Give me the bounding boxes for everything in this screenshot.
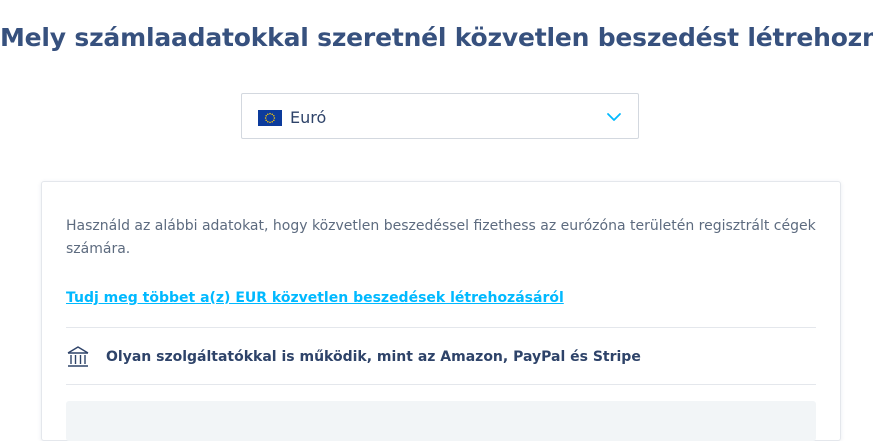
account-details-card: Használd az alábbi adatokat, hogy közvet… — [41, 181, 841, 441]
currency-select[interactable]: Euró — [241, 93, 639, 139]
divider — [66, 384, 816, 385]
currency-selected-value: Euró — [290, 108, 327, 127]
card-description: Használd az alábbi adatokat, hogy közvet… — [66, 218, 816, 257]
divider — [66, 327, 816, 328]
page-title: Mely számlaadatokkal szeretnél közvetlen… — [0, 23, 873, 52]
chevron-down-icon — [606, 110, 622, 124]
learn-more-link[interactable]: Tudj meg többet a(z) EUR közvetlen besze… — [66, 288, 564, 308]
account-details-box — [66, 401, 816, 441]
feature-text: Olyan szolgáltatókkal is működik, mint a… — [106, 349, 641, 365]
eu-flag-icon — [258, 110, 282, 126]
bank-icon — [66, 345, 90, 369]
